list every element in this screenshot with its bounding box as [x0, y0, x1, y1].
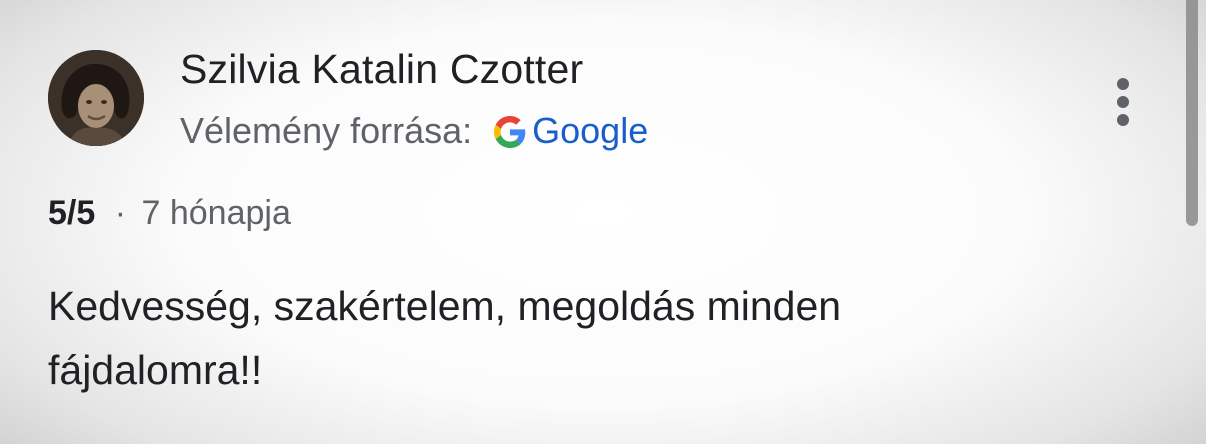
- avatar[interactable]: [48, 50, 144, 146]
- source-label: Vélemény forrása:: [180, 110, 473, 151]
- rating-score: 5/5: [48, 194, 96, 232]
- review-time: 7 hónapja: [141, 194, 291, 232]
- scrollbar-thumb[interactable]: [1186, 0, 1198, 226]
- more-vert-icon-dot: [1117, 78, 1129, 90]
- more-options-button[interactable]: [1108, 74, 1138, 130]
- review-card: Szilvia Katalin Czotter Vélemény forrása…: [0, 0, 1206, 444]
- more-vert-icon-dot: [1117, 96, 1129, 108]
- author-name[interactable]: Szilvia Katalin Czotter: [180, 46, 583, 93]
- review-source: Vélemény forrása: Google: [180, 110, 648, 152]
- rating-row: 5/5 · 7 hónapja: [48, 194, 291, 233]
- review-text: Kedvesség, szakértelem, megoldás minden …: [48, 283, 842, 393]
- more-vert-icon-dot: [1117, 114, 1129, 126]
- google-source-link[interactable]: Google: [532, 110, 648, 152]
- avatar-image: [48, 50, 144, 146]
- rating-separator: ·: [114, 194, 127, 232]
- google-g-icon: [494, 115, 526, 148]
